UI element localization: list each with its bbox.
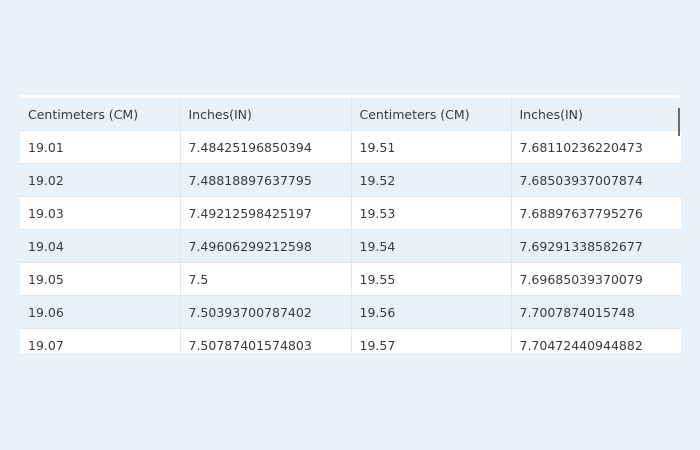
header-centimeters-1: Centimeters (CM) — [20, 98, 181, 131]
table-row: 19.07 7.50787401574803 19.57 7.704724409… — [20, 328, 681, 353]
cell-cm: 19.53 — [351, 196, 512, 230]
cm-to-inches-table: Centimeters (CM) Inches(IN) Centimeters … — [20, 98, 681, 353]
scrollbar-thumb[interactable] — [678, 108, 680, 136]
cell-in: 7.49212598425197 — [180, 196, 352, 230]
cell-in: 7.50787401574803 — [180, 328, 352, 353]
cell-cm: 19.01 — [20, 130, 181, 164]
cell-in: 7.69685039370079 — [511, 262, 681, 296]
table-header-row: Centimeters (CM) Inches(IN) Centimeters … — [20, 98, 681, 131]
cell-in: 7.68897637795276 — [511, 196, 681, 230]
cell-in: 7.70472440944882 — [511, 328, 681, 353]
cell-cm: 19.56 — [351, 295, 512, 329]
cell-cm: 19.05 — [20, 262, 181, 296]
table-row: 19.06 7.50393700787402 19.56 7.700787401… — [20, 295, 681, 329]
header-centimeters-2: Centimeters (CM) — [351, 98, 512, 131]
table-row: 19.01 7.48425196850394 19.51 7.681102362… — [20, 130, 681, 164]
table-row: 19.05 7.5 19.55 7.69685039370079 — [20, 262, 681, 296]
header-inches-1: Inches(IN) — [180, 98, 352, 131]
cell-in: 7.68110236220473 — [511, 130, 681, 164]
cell-in: 7.7007874015748 — [511, 295, 681, 329]
table-row: 19.04 7.49606299212598 19.54 7.692913385… — [20, 229, 681, 263]
cell-in: 7.48425196850394 — [180, 130, 352, 164]
cell-in: 7.48818897637795 — [180, 163, 352, 197]
cell-in: 7.68503937007874 — [511, 163, 681, 197]
cell-in: 7.5 — [180, 262, 352, 296]
cell-in: 7.49606299212598 — [180, 229, 352, 263]
cell-cm: 19.06 — [20, 295, 181, 329]
cell-cm: 19.52 — [351, 163, 512, 197]
cell-cm: 19.03 — [20, 196, 181, 230]
cell-cm: 19.04 — [20, 229, 181, 263]
cell-in: 7.69291338582677 — [511, 229, 681, 263]
cell-cm: 19.54 — [351, 229, 512, 263]
cell-in: 7.50393700787402 — [180, 295, 352, 329]
cell-cm: 19.51 — [351, 130, 512, 164]
table-row: 19.03 7.49212598425197 19.53 7.688976377… — [20, 196, 681, 230]
conversion-table-container[interactable]: Centimeters (CM) Inches(IN) Centimeters … — [20, 95, 681, 353]
cell-cm: 19.07 — [20, 328, 181, 353]
cell-cm: 19.57 — [351, 328, 512, 353]
cell-cm: 19.02 — [20, 163, 181, 197]
table-row: 19.02 7.48818897637795 19.52 7.685039370… — [20, 163, 681, 197]
cell-cm: 19.55 — [351, 262, 512, 296]
header-inches-2: Inches(IN) — [511, 98, 681, 131]
